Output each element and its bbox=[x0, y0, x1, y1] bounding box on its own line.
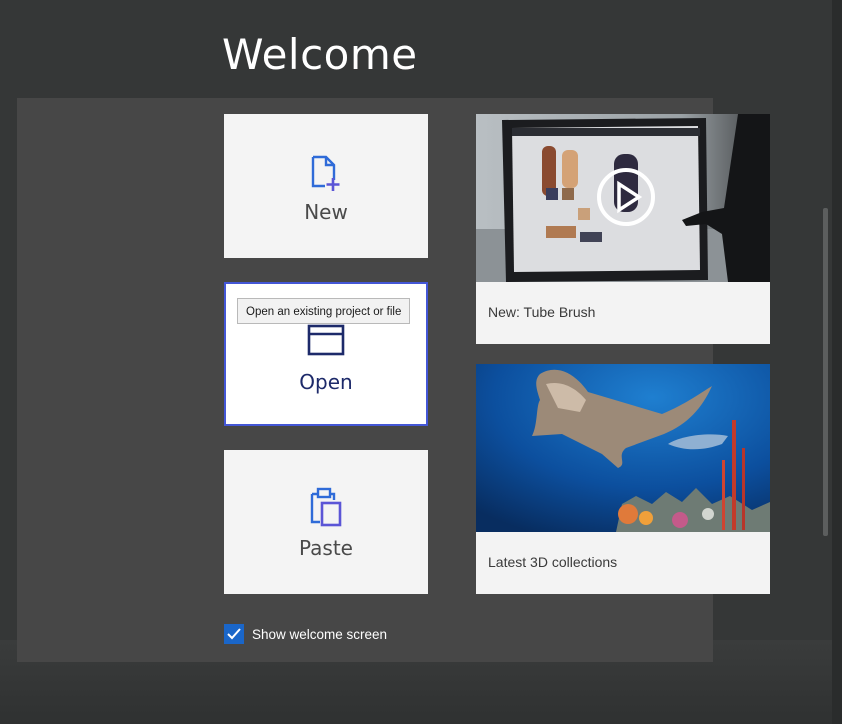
new-tile[interactable]: New bbox=[224, 114, 428, 258]
show-welcome-checkbox-row[interactable]: Show welcome screen bbox=[224, 624, 387, 644]
paste-label: Paste bbox=[299, 536, 353, 560]
tube-brush-caption: New: Tube Brush bbox=[488, 304, 596, 320]
tube-brush-thumbnail bbox=[476, 114, 770, 282]
show-welcome-label: Show welcome screen bbox=[252, 626, 388, 642]
window-edge bbox=[832, 0, 842, 724]
new-label: New bbox=[304, 200, 348, 224]
open-label: Open bbox=[299, 370, 353, 394]
3d-collections-card[interactable]: Latest 3D collections bbox=[476, 364, 770, 594]
scrollbar-thumb[interactable] bbox=[823, 208, 828, 536]
checkmark-icon bbox=[227, 628, 241, 640]
welcome-title: Welcome bbox=[222, 30, 418, 79]
show-welcome-checkbox[interactable] bbox=[224, 624, 244, 644]
3d-collections-caption: Latest 3D collections bbox=[488, 554, 618, 570]
open-tooltip: Open an existing project or file bbox=[237, 298, 411, 324]
paste-clipboard-icon bbox=[310, 487, 342, 527]
paste-tile[interactable]: Paste bbox=[224, 450, 428, 594]
tube-brush-video-card[interactable]: New: Tube Brush bbox=[476, 114, 770, 344]
3d-collections-thumbnail bbox=[476, 364, 770, 532]
open-folder-icon bbox=[307, 324, 345, 356]
new-file-icon bbox=[311, 155, 340, 191]
